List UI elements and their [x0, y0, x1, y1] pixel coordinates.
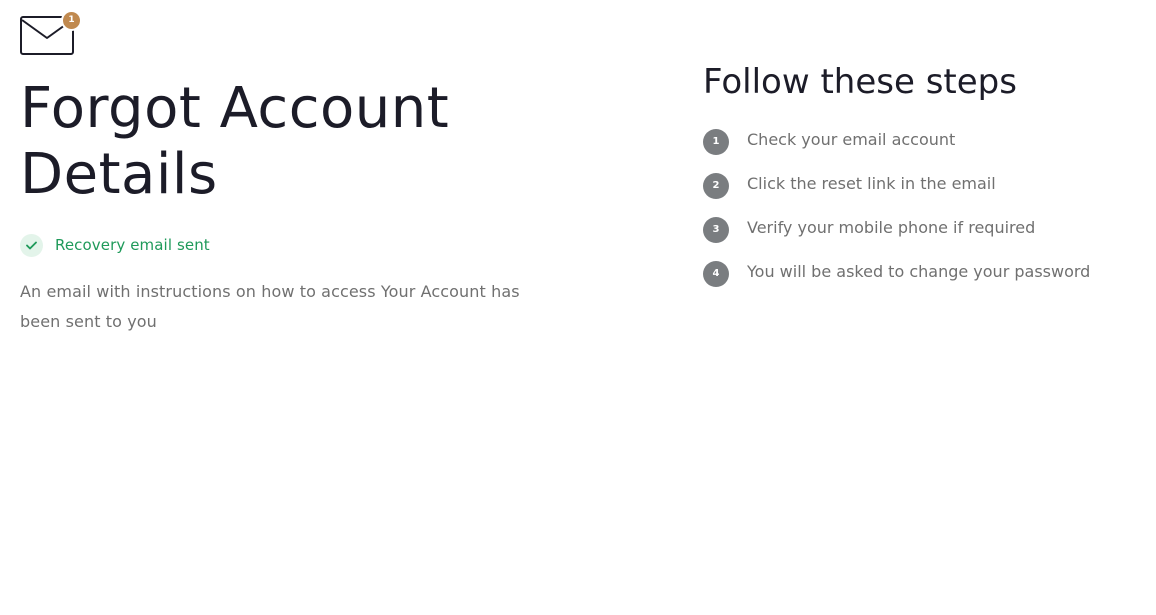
step-item: 2 Click the reset link in the email	[703, 164, 1143, 208]
status-text: Recovery email sent	[55, 236, 210, 254]
steps-panel: Follow these steps 1 Check your email ac…	[703, 60, 1143, 296]
mail-notification: 1	[20, 10, 82, 58]
step-number: 2	[703, 173, 729, 199]
check-icon	[20, 233, 43, 257]
step-item: 4 You will be asked to change your passw…	[703, 252, 1143, 296]
step-text: Check your email account	[747, 129, 956, 149]
description-text: An email with instructions on how to acc…	[20, 282, 520, 331]
step-text: Click the reset link in the email	[747, 173, 996, 193]
step-number: 4	[703, 261, 729, 287]
steps-list: 1 Check your email account 2 Click the r…	[703, 120, 1143, 296]
status-message: Recovery email sent	[20, 233, 580, 257]
step-number: 1	[703, 129, 729, 155]
page-title: Forgot Account Details	[20, 76, 450, 207]
step-text: Verify your mobile phone if required	[747, 217, 1036, 237]
step-item: 3 Verify your mobile phone if required	[703, 208, 1143, 252]
step-text: You will be asked to change your passwor…	[747, 261, 1091, 281]
notification-badge: 1	[61, 10, 82, 31]
steps-title: Follow these steps	[703, 62, 1017, 102]
step-item: 1 Check your email account	[703, 120, 1143, 164]
recovery-panel: Forgot Account Details Recovery email se…	[20, 76, 580, 337]
step-number: 3	[703, 217, 729, 243]
